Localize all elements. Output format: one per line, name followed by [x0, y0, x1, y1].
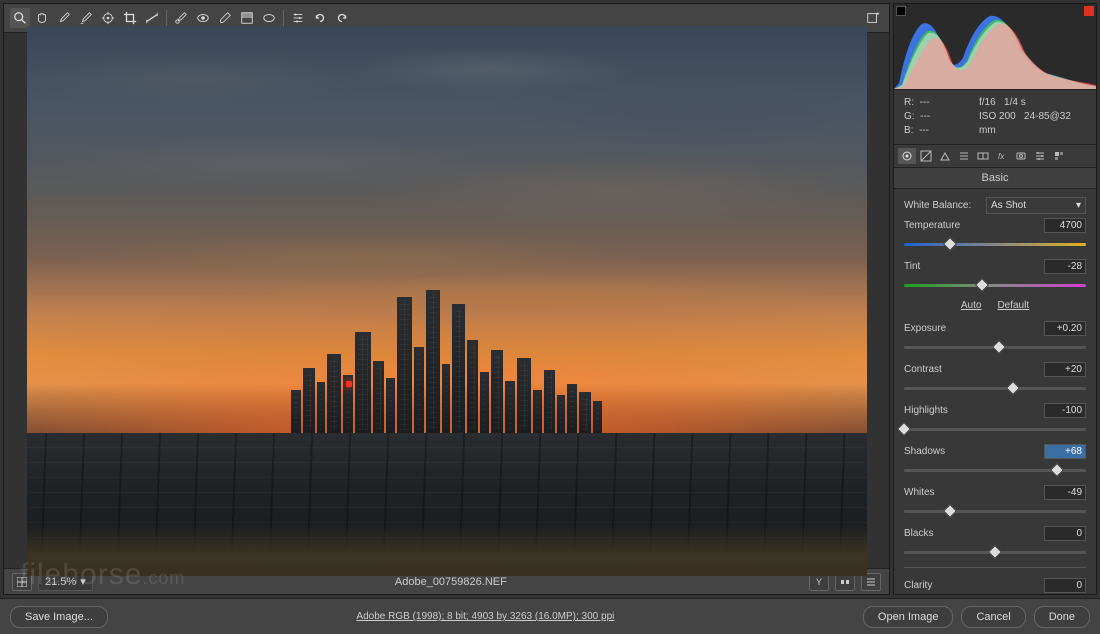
- save-image-button[interactable]: Save Image...: [10, 606, 108, 628]
- temperature-value[interactable]: [1044, 218, 1086, 233]
- contrast-label: Contrast: [904, 364, 1044, 375]
- clarity-label: Clarity: [904, 580, 1044, 591]
- highlights-label: Highlights: [904, 405, 1044, 416]
- image-preview[interactable]: [4, 33, 889, 568]
- open-image-button[interactable]: Open Image: [863, 606, 954, 628]
- chevron-down-icon: ▾: [1076, 200, 1081, 211]
- tab-basic[interactable]: [898, 148, 916, 164]
- tab-effects[interactable]: [1012, 148, 1030, 164]
- blacks-value[interactable]: [1044, 526, 1086, 541]
- tint-slider[interactable]: [904, 278, 1086, 292]
- exif-readout: R: --- G: --- B: --- f/16 1/4 s ISO 200 …: [894, 90, 1096, 145]
- chevron-down-icon: ▾: [80, 575, 86, 588]
- zoom-value: 21.5%: [45, 576, 76, 588]
- tab-hsl[interactable]: [955, 148, 973, 164]
- highlights-slider[interactable]: [904, 422, 1086, 436]
- whites-value[interactable]: [1044, 485, 1086, 500]
- svg-text:fx: fx: [998, 152, 1005, 161]
- shadows-label: Shadows: [904, 446, 1044, 457]
- highlight-clip-warning[interactable]: [1084, 6, 1094, 16]
- whites-slider[interactable]: [904, 504, 1086, 518]
- temperature-slider[interactable]: [904, 237, 1086, 251]
- contrast-value[interactable]: [1044, 362, 1086, 377]
- white-balance-select[interactable]: As Shot▾: [986, 197, 1086, 214]
- default-link[interactable]: Default: [997, 300, 1029, 311]
- blacks-label: Blacks: [904, 528, 1044, 539]
- auto-link[interactable]: Auto: [961, 300, 982, 311]
- tint-value[interactable]: [1044, 259, 1086, 274]
- white-balance-label: White Balance:: [904, 200, 986, 211]
- histogram[interactable]: [894, 4, 1096, 90]
- contrast-slider[interactable]: [904, 381, 1086, 395]
- tab-split-tone[interactable]: [974, 148, 992, 164]
- tab-presets[interactable]: [1050, 148, 1068, 164]
- done-button[interactable]: Done: [1034, 606, 1090, 628]
- temperature-label: Temperature: [904, 220, 1044, 231]
- tab-detail[interactable]: [936, 148, 954, 164]
- shadows-value[interactable]: [1044, 444, 1086, 459]
- tab-tone-curve[interactable]: [917, 148, 935, 164]
- tab-lens[interactable]: fx: [993, 148, 1011, 164]
- whites-label: Whites: [904, 487, 1044, 498]
- basic-panel: White Balance: As Shot▾ Temperature Tint…: [894, 189, 1096, 594]
- tint-label: Tint: [904, 261, 1044, 272]
- tab-camera[interactable]: [1031, 148, 1049, 164]
- shadows-slider[interactable]: [904, 463, 1086, 477]
- exposure-label: Exposure: [904, 323, 1044, 334]
- highlights-value[interactable]: [1044, 403, 1086, 418]
- exposure-value[interactable]: [1044, 321, 1086, 336]
- footer-bar: Save Image... Adobe RGB (1998); 8 bit; 4…: [0, 598, 1100, 634]
- clarity-value[interactable]: [1044, 578, 1086, 593]
- blacks-slider[interactable]: [904, 545, 1086, 559]
- panel-tabs: fx: [894, 145, 1096, 168]
- filename-label: Adobe_00759826.NEF: [99, 576, 803, 588]
- workflow-options-link[interactable]: Adobe RGB (1998); 8 bit; 4903 by 3263 (1…: [116, 611, 855, 622]
- panel-title: Basic: [894, 168, 1096, 189]
- shadow-clip-warning[interactable]: [896, 6, 906, 16]
- cancel-button[interactable]: Cancel: [961, 606, 1025, 628]
- exposure-slider[interactable]: [904, 340, 1086, 354]
